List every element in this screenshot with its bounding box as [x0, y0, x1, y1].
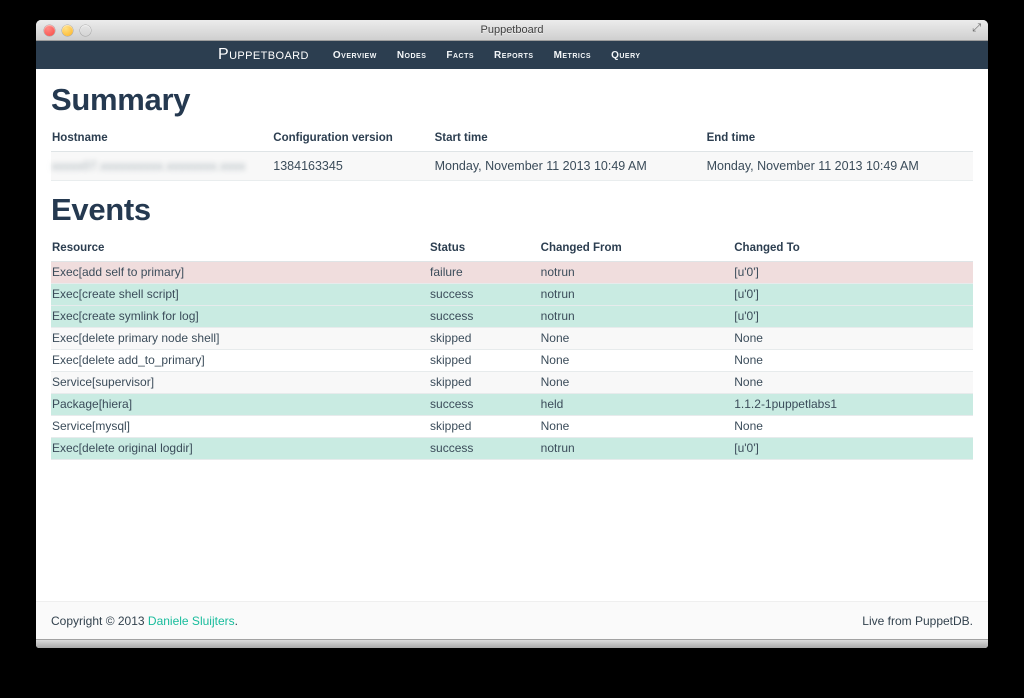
summary-col-endtime: End time	[706, 127, 973, 152]
event-cell-changed-from: None	[540, 350, 734, 372]
event-row: Exec[create shell script]successnotrun[u…	[51, 284, 973, 306]
minimize-window-button[interactable]	[62, 25, 73, 36]
event-cell-status: success	[429, 394, 540, 416]
summary-configversion-cell: 1384163345	[272, 152, 433, 181]
nav-item-nodes[interactable]: Nodes	[387, 50, 437, 61]
events-col-changedfrom: Changed From	[540, 237, 734, 262]
event-cell-changed-to: None	[733, 372, 973, 394]
event-cell-status: success	[429, 438, 540, 460]
summary-col-starttime: Start time	[434, 127, 706, 152]
event-cell-status: skipped	[429, 350, 540, 372]
puppetdb-status-text: Live from PuppetDB.	[862, 614, 973, 628]
event-cell-resource: Exec[create symlink for log]	[51, 306, 429, 328]
copyright-suffix: .	[235, 614, 238, 628]
copyright-prefix: Copyright © 2013	[51, 614, 148, 628]
event-cell-resource: Exec[add self to primary]	[51, 262, 429, 284]
summary-heading: Summary	[51, 82, 973, 118]
event-cell-resource: Exec[delete original logdir]	[51, 438, 429, 460]
summary-col-configversion: Configuration version	[272, 127, 433, 152]
event-cell-changed-to: [u'0']	[733, 438, 973, 460]
events-table: Resource Status Changed From Changed To …	[51, 237, 973, 460]
events-col-changedto: Changed To	[733, 237, 973, 262]
zoom-window-button[interactable]	[80, 25, 91, 36]
event-row: Exec[delete primary node shell]skippedNo…	[51, 328, 973, 350]
event-cell-status: failure	[429, 262, 540, 284]
event-cell-changed-to: [u'0']	[733, 306, 973, 328]
summary-header-row: Hostname Configuration version Start tim…	[51, 127, 973, 152]
events-col-status: Status	[429, 237, 540, 262]
event-cell-resource: Service[supervisor]	[51, 372, 429, 394]
summary-row: xxxxx07.xxxxxxxxxx.xxxxxxxx.xxxx 1384163…	[51, 152, 973, 181]
event-cell-status: success	[429, 306, 540, 328]
desktop-background: Puppetboard ⤢ Puppetboard Overview Nodes…	[0, 0, 1024, 698]
nav-item-query[interactable]: Query	[601, 50, 650, 61]
event-row: Exec[delete original logdir]successnotru…	[51, 438, 973, 460]
event-row: Exec[delete add_to_primary]skippedNoneNo…	[51, 350, 973, 372]
navbar: Puppetboard Overview Nodes Facts Reports…	[36, 41, 988, 69]
event-cell-changed-from: notrun	[540, 438, 734, 460]
event-cell-resource: Exec[delete add_to_primary]	[51, 350, 429, 372]
event-cell-changed-from: None	[540, 416, 734, 438]
event-cell-changed-from: held	[540, 394, 734, 416]
event-row: Package[hiera]successheld1.1.2-1puppetla…	[51, 394, 973, 416]
event-cell-changed-from: notrun	[540, 284, 734, 306]
nav-item-metrics[interactable]: Metrics	[544, 50, 602, 61]
event-cell-changed-to: None	[733, 328, 973, 350]
event-cell-resource: Package[hiera]	[51, 394, 429, 416]
traffic-lights	[44, 20, 91, 40]
event-cell-status: skipped	[429, 372, 540, 394]
event-row: Service[supervisor]skippedNoneNone	[51, 372, 973, 394]
event-cell-changed-to: [u'0']	[733, 284, 973, 306]
copyright-text: Copyright © 2013 Daniele Sluijters.	[51, 614, 238, 628]
event-cell-resource: Service[mysql]	[51, 416, 429, 438]
nav-item-facts[interactable]: Facts	[436, 50, 484, 61]
summary-hostname-cell: xxxxx07.xxxxxxxxxx.xxxxxxxx.xxxx	[51, 152, 272, 181]
event-cell-status: skipped	[429, 328, 540, 350]
event-row: Exec[add self to primary]failurenotrun[u…	[51, 262, 973, 284]
event-cell-changed-from: None	[540, 372, 734, 394]
summary-table: Hostname Configuration version Start tim…	[51, 127, 973, 181]
event-cell-status: skipped	[429, 416, 540, 438]
event-cell-resource: Exec[create shell script]	[51, 284, 429, 306]
event-cell-changed-to: 1.1.2-1puppetlabs1	[733, 394, 973, 416]
browser-window: Puppetboard ⤢ Puppetboard Overview Nodes…	[36, 20, 988, 648]
event-cell-changed-to: [u'0']	[733, 262, 973, 284]
browser-statusbar	[36, 639, 988, 648]
summary-col-hostname: Hostname	[51, 127, 272, 152]
hostname-redacted: xxxxx07.xxxxxxxxxx.xxxxxxxx.xxxx	[52, 161, 246, 173]
author-link[interactable]: Daniele Sluijters	[148, 614, 235, 628]
main-content: Summary Hostname Configuration version S…	[36, 69, 988, 601]
event-row: Exec[create symlink for log]successnotru…	[51, 306, 973, 328]
event-cell-changed-from: notrun	[540, 262, 734, 284]
nav-item-overview[interactable]: Overview	[323, 50, 387, 61]
event-cell-status: success	[429, 284, 540, 306]
event-cell-changed-from: notrun	[540, 306, 734, 328]
summary-endtime-cell: Monday, November 11 2013 10:49 AM	[706, 152, 973, 181]
summary-starttime-cell: Monday, November 11 2013 10:49 AM	[434, 152, 706, 181]
events-heading: Events	[51, 192, 973, 228]
event-cell-changed-from: None	[540, 328, 734, 350]
nav-item-reports[interactable]: Reports	[484, 50, 544, 61]
close-window-button[interactable]	[44, 25, 55, 36]
event-row: Service[mysql]skippedNoneNone	[51, 416, 973, 438]
navbar-brand[interactable]: Puppetboard	[218, 46, 309, 64]
window-titlebar[interactable]: Puppetboard ⤢	[36, 20, 988, 41]
event-cell-resource: Exec[delete primary node shell]	[51, 328, 429, 350]
events-col-resource: Resource	[51, 237, 429, 262]
window-title: Puppetboard	[36, 24, 988, 36]
events-header-row: Resource Status Changed From Changed To	[51, 237, 973, 262]
event-cell-changed-to: None	[733, 416, 973, 438]
resize-icon[interactable]: ⤢	[972, 22, 981, 35]
event-cell-changed-to: None	[733, 350, 973, 372]
footer: Copyright © 2013 Daniele Sluijters. Live…	[36, 601, 988, 639]
